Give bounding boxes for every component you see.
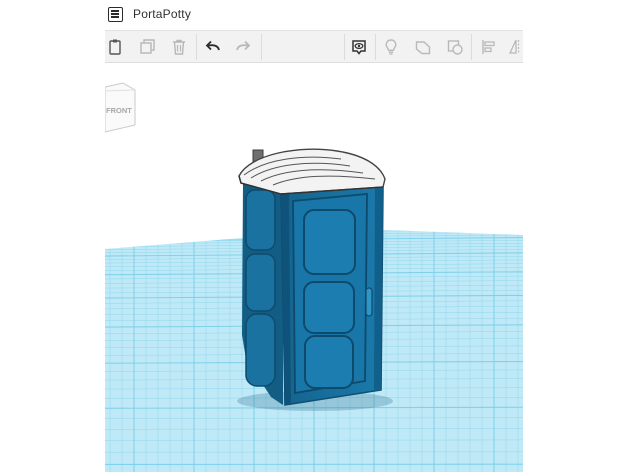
shape-icon xyxy=(415,41,431,55)
design-title[interactable]: PortaPotty xyxy=(133,7,191,21)
redo-arrow-icon xyxy=(236,40,251,51)
toolbar-divider xyxy=(261,34,262,60)
toolbar-divider xyxy=(375,34,376,60)
paste-button[interactable] xyxy=(105,35,127,59)
toolbar xyxy=(105,30,523,63)
side-panel xyxy=(245,313,276,387)
mirror-button[interactable] xyxy=(505,35,523,59)
undo-arrow-icon xyxy=(205,40,220,51)
undo-button[interactable] xyxy=(201,35,225,59)
lightbulb-icon xyxy=(385,39,397,55)
trash-icon xyxy=(173,39,185,55)
clipboard-icon xyxy=(109,39,121,55)
mirror-icon xyxy=(508,39,520,54)
3d-viewport[interactable]: FRONT xyxy=(105,63,523,472)
toolbar-divider xyxy=(344,34,345,60)
redo-button[interactable] xyxy=(231,35,255,59)
porta-potty-model[interactable] xyxy=(237,148,393,411)
toolbar-divider xyxy=(196,34,197,60)
shape-button[interactable] xyxy=(411,35,435,59)
notes-button[interactable] xyxy=(347,35,371,59)
door-panel xyxy=(303,281,355,334)
hole-shape-icon xyxy=(447,40,463,55)
hole-button[interactable] xyxy=(443,35,467,59)
scene-canvas[interactable]: FRONT xyxy=(105,63,523,472)
door-panel xyxy=(303,209,356,275)
duplicate-icon xyxy=(140,39,155,54)
align-icon xyxy=(482,40,495,54)
view-cube[interactable]: FRONT xyxy=(105,82,136,133)
title-bar: PortaPotty xyxy=(105,0,523,30)
door-handle xyxy=(365,287,373,317)
light-button[interactable] xyxy=(379,35,403,59)
app-window: PortaPotty FRONT xyxy=(105,0,523,472)
delete-button[interactable] xyxy=(167,35,191,59)
duplicate-button[interactable] xyxy=(136,35,160,59)
side-panel xyxy=(245,253,276,312)
align-button[interactable] xyxy=(477,35,501,59)
door-panel xyxy=(304,335,354,389)
view-cube-front-label: FRONT xyxy=(106,106,132,115)
list-menu-icon[interactable] xyxy=(108,7,123,22)
toolbar-divider xyxy=(471,34,472,60)
side-panel xyxy=(245,189,276,251)
eye-speech-icon xyxy=(352,40,366,55)
